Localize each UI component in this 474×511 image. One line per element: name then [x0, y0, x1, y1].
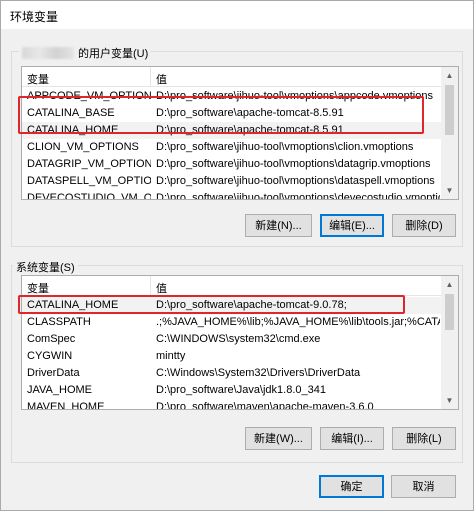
scroll-down-icon[interactable]: ▼: [441, 182, 458, 199]
column-header-variable[interactable]: 变量: [27, 280, 49, 296]
column-header-variable[interactable]: 变量: [27, 71, 49, 87]
user-edit-button[interactable]: 编辑(E)...: [320, 214, 384, 237]
list-rows: CATALINA_HOME D:\pro_software\apache-tom…: [22, 297, 441, 410]
system-variables-label: 系统变量(S): [13, 259, 78, 275]
scrollbar-thumb[interactable]: [445, 294, 454, 330]
cancel-button[interactable]: 取消: [391, 475, 456, 498]
scroll-up-icon[interactable]: ▲: [441, 276, 458, 293]
list-rows: APPCODE_VM_OPTIONS D:\pro_software\jihuo…: [22, 88, 441, 200]
window-title: 环境变量: [10, 10, 59, 24]
user-delete-button[interactable]: 删除(D): [392, 214, 456, 237]
variable-name: CATALINA_HOME: [27, 124, 119, 136]
variable-name: CATALINA_HOME: [27, 299, 119, 311]
table-row[interactable]: CYGWIN mintty: [22, 348, 441, 365]
variable-name: DATAGRIP_VM_OPTIONS: [27, 158, 151, 170]
variable-name: DEVECOSTUDIO_VM_OPT...: [27, 192, 151, 200]
variable-value: D:\pro_software\jihuo-tool\vmoptions\dat…: [156, 175, 435, 187]
user-variables-list[interactable]: 变量 值 APPCODE_VM_OPTIONS D:\pro_software\…: [21, 66, 459, 200]
variable-value: D:\pro_software\Java\jdk1.8.0_341: [156, 384, 326, 396]
variable-name: DATASPELL_VM_OPTIONS: [27, 175, 151, 187]
variable-value: D:\pro_software\apache-tomcat-8.5.91: [156, 107, 344, 119]
ok-button[interactable]: 确定: [319, 475, 384, 498]
variable-name: CLASSPATH: [27, 316, 91, 328]
variable-value: C:\WINDOWS\system32\cmd.exe: [156, 333, 321, 345]
system-new-button[interactable]: 新建(W)...: [245, 427, 312, 450]
variable-value: D:\pro_software\jihuo-tool\vmoptions\dev…: [156, 192, 440, 200]
variable-name: JAVA_HOME: [27, 384, 92, 396]
table-row[interactable]: DriverData C:\Windows\System32\Drivers\D…: [22, 365, 441, 382]
user-variables-label: 的用户变量(U): [19, 45, 152, 61]
user-new-button[interactable]: 新建(N)...: [245, 214, 312, 237]
scroll-down-icon[interactable]: ▼: [441, 392, 458, 409]
table-row[interactable]: ComSpec C:\WINDOWS\system32\cmd.exe: [22, 331, 441, 348]
table-row[interactable]: DATASPELL_VM_OPTIONS D:\pro_software\jih…: [22, 173, 441, 190]
system-variables-list[interactable]: 变量 值 CATALINA_HOME D:\pro_software\apach…: [21, 275, 459, 410]
variable-value: mintty: [156, 350, 186, 362]
system-edit-button[interactable]: 编辑(I)...: [320, 427, 384, 450]
variable-name: ComSpec: [27, 333, 76, 345]
title-bar: 环境变量: [1, 1, 473, 29]
variable-value: D:\pro_software\jihuo-tool\vmoptions\dat…: [156, 158, 431, 170]
variable-name: MAVEN_HOME: [27, 401, 105, 410]
variable-value: D:\pro_software\jihuo-tool\vmoptions\cli…: [156, 141, 414, 153]
table-row[interactable]: CLASSPATH .;%JAVA_HOME%\lib;%JAVA_HOME%\…: [22, 314, 441, 331]
scrollbar-thumb[interactable]: [445, 85, 454, 135]
table-row[interactable]: MAVEN_HOME D:\pro_software\maven\apache-…: [22, 399, 441, 410]
scroll-up-icon[interactable]: ▲: [441, 67, 458, 84]
vertical-scrollbar[interactable]: ▲ ▼: [441, 67, 458, 199]
system-delete-button[interactable]: 删除(L): [392, 427, 456, 450]
redacted-username: [22, 47, 74, 59]
table-row[interactable]: JAVA_HOME D:\pro_software\Java\jdk1.8.0_…: [22, 382, 441, 399]
column-divider[interactable]: [150, 67, 151, 87]
table-row[interactable]: CATALINA_BASE D:\pro_software\apache-tom…: [22, 105, 441, 122]
variable-value: D:\pro_software\maven\apache-maven-3.6.0: [156, 401, 374, 410]
variable-value: D:\pro_software\apache-tomcat-8.5.91: [156, 124, 344, 136]
variable-name: CYGWIN: [27, 350, 73, 362]
table-row[interactable]: CATALINA_HOME D:\pro_software\apache-tom…: [22, 297, 441, 314]
table-row[interactable]: DATAGRIP_VM_OPTIONS D:\pro_software\jihu…: [22, 156, 441, 173]
column-header-value[interactable]: 值: [156, 280, 167, 296]
variable-name: DriverData: [27, 367, 80, 379]
column-divider[interactable]: [150, 276, 151, 296]
list-header: 变量 值: [22, 276, 441, 296]
variable-name: CATALINA_BASE: [27, 107, 115, 119]
environment-variables-dialog: 环境变量 的用户变量(U) 变量 值 APPCODE_VM_OPTIONS D:…: [0, 0, 474, 511]
table-row[interactable]: DEVECOSTUDIO_VM_OPT... D:\pro_software\j…: [22, 190, 441, 200]
variable-name: CLION_VM_OPTIONS: [27, 141, 139, 153]
table-row[interactable]: CATALINA_HOME D:\pro_software\apache-tom…: [22, 122, 441, 139]
variable-value: .;%JAVA_HOME%\lib;%JAVA_HOME%\lib\tools.…: [156, 316, 440, 328]
variable-value: C:\Windows\System32\Drivers\DriverData: [156, 367, 361, 379]
variable-value: D:\pro_software\jihuo-tool\vmoptions\app…: [156, 90, 433, 102]
table-row[interactable]: APPCODE_VM_OPTIONS D:\pro_software\jihuo…: [22, 88, 441, 105]
list-header: 变量 值: [22, 67, 441, 87]
vertical-scrollbar[interactable]: ▲ ▼: [441, 276, 458, 409]
variable-value: D:\pro_software\apache-tomcat-9.0.78;: [156, 299, 347, 311]
table-row[interactable]: CLION_VM_OPTIONS D:\pro_software\jihuo-t…: [22, 139, 441, 156]
variable-name: APPCODE_VM_OPTIONS: [27, 90, 151, 102]
column-header-value[interactable]: 值: [156, 71, 167, 87]
